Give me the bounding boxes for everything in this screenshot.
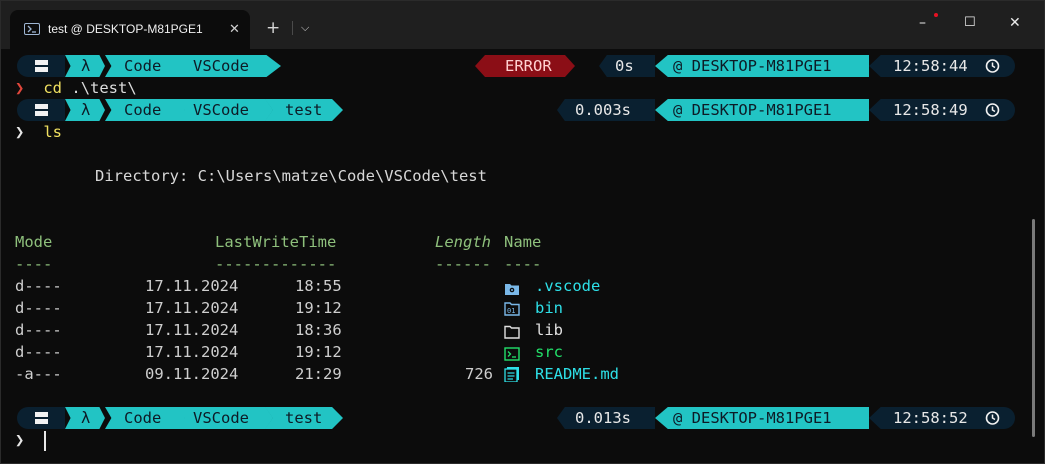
command-argument: .\test\ — [71, 79, 137, 97]
tab-close-icon[interactable]: ✕ — [229, 21, 240, 37]
duration-segment: 0.013s — [557, 407, 655, 429]
row-mode: d---- — [15, 321, 62, 339]
header-mode: Mode — [15, 233, 53, 251]
lambda-segment: λ — [65, 99, 105, 121]
prompt-line: λ Code VSCode test 0.013s @ DESKTOP-M81P… — [1, 407, 1044, 429]
file-lines-icon — [504, 366, 520, 388]
time-segment: 12:58:49 — [869, 99, 1015, 121]
row-time: 18:36 — [295, 321, 342, 339]
new-tab-button[interactable]: + — [266, 18, 280, 38]
scrollbar[interactable] — [1032, 219, 1035, 437]
row-date: 17.11.2024 — [145, 343, 239, 361]
prompt-line: λ Code VSCode test 0.003s @ DESKTOP-M81P… — [1, 99, 1044, 121]
time-segment: 12:58:52 — [869, 407, 1015, 429]
row-date: 17.11.2024 — [145, 321, 239, 339]
command-line: ❯ — [15, 429, 24, 451]
row-time: 19:12 — [295, 299, 342, 317]
maximize-button[interactable]: ☐ — [964, 15, 976, 30]
table-row: d---- 17.11.2024 19:12 01 bin — [1, 297, 1044, 319]
header-lastwritetime: LastWriteTime — [215, 233, 337, 251]
lambda-segment: λ — [65, 55, 105, 77]
row-mode: -a--- — [15, 365, 62, 383]
row-mode: d---- — [15, 277, 62, 295]
row-length: 726 — [465, 365, 493, 383]
clock-icon — [985, 55, 1000, 77]
divider — [292, 21, 293, 35]
time-segment: 12:58:44 — [869, 55, 1015, 77]
table-row: -a--- 09.11.2024 21:29 726 README.md — [1, 363, 1044, 388]
host-segment: @ DESKTOP-M81PGE1 — [655, 407, 869, 429]
underline-mode: ---- — [15, 255, 53, 273]
row-date: 09.11.2024 — [145, 365, 239, 383]
duration-segment: 0s — [599, 55, 655, 77]
minimize-button[interactable]: – — [919, 15, 926, 31]
close-button[interactable]: ✕ — [1009, 15, 1021, 31]
windows-home-icon — [17, 99, 65, 121]
svg-text:01: 01 — [507, 307, 515, 315]
prompt-chevron-icon: ❯ — [15, 123, 25, 141]
tab-test[interactable]: test @ DESKTOP-M81PGE1 ✕ — [10, 10, 250, 49]
prompt-chevron-icon: ❯ — [15, 79, 25, 97]
error-badge: ERROR — [475, 55, 575, 77]
path-segment-code: Code — [105, 407, 185, 429]
path-segment-test: test — [265, 99, 343, 121]
title-bar: test @ DESKTOP-M81PGE1 ✕ + ⌵ – ☐ ✕ — [1, 1, 1044, 49]
command-line: ❯ cd .\test\ — [15, 77, 137, 99]
file-name[interactable]: lib — [535, 319, 563, 341]
row-date: 17.11.2024 — [145, 277, 239, 295]
listing-header-underline: ---- ------------- ------ ---- — [1, 253, 1044, 275]
underline-name: ---- — [504, 255, 542, 273]
row-mode: d---- — [15, 299, 62, 317]
text-cursor — [44, 431, 46, 451]
table-row: d---- 17.11.2024 18:36 lib — [1, 319, 1044, 341]
path-segment-test: test — [265, 407, 343, 429]
lambda-segment: λ — [65, 407, 105, 429]
command-line: ❯ ls — [15, 121, 62, 143]
row-time: 18:55 — [295, 277, 342, 295]
row-date: 17.11.2024 — [145, 299, 239, 317]
tab-title: test @ DESKTOP-M81PGE1 — [48, 22, 203, 36]
header-name: Name — [504, 233, 542, 251]
terminal-output[interactable]: λ Code VSCode ERROR 0s @ DESKTOP-M81PGE1… — [1, 49, 1044, 463]
path-segment-code: Code — [105, 99, 185, 121]
underline-length: ------ — [435, 255, 491, 273]
host-segment: @ DESKTOP-M81PGE1 — [655, 55, 869, 77]
clock-icon — [985, 407, 1000, 429]
file-name[interactable]: README.md — [535, 363, 619, 385]
clock-icon — [985, 99, 1000, 121]
table-row: d---- 17.11.2024 19:12 src — [1, 341, 1044, 363]
notification-dot — [934, 13, 938, 17]
command-text: cd — [43, 79, 63, 97]
powershell-icon — [24, 23, 40, 35]
row-time: 21:29 — [295, 365, 342, 383]
path-segment-vscode: VSCode — [177, 99, 273, 121]
terminal-window: test @ DESKTOP-M81PGE1 ✕ + ⌵ – ☐ ✕ λ Cod… — [0, 0, 1045, 464]
header-length: Length — [435, 233, 491, 251]
file-name[interactable]: bin — [535, 297, 563, 319]
file-name[interactable]: src — [535, 341, 563, 363]
row-time: 19:12 — [295, 343, 342, 361]
new-tab-group: + ⌵ — [263, 17, 319, 45]
table-row: d---- 17.11.2024 18:55 .vscode — [1, 275, 1044, 297]
host-segment: @ DESKTOP-M81PGE1 — [655, 99, 869, 121]
prompt-chevron-icon: ❯ — [15, 431, 25, 449]
windows-home-icon — [17, 407, 65, 429]
path-segment-vscode: VSCode — [177, 55, 281, 77]
underline-lastwritetime: ------------- — [215, 255, 337, 273]
command-text: ls — [43, 123, 63, 141]
path-segment-vscode: VSCode — [177, 407, 273, 429]
listing-header: Mode LastWriteTime Length Name — [1, 231, 1044, 253]
prompt-line: λ Code VSCode ERROR 0s @ DESKTOP-M81PGE1… — [1, 55, 1044, 77]
chevron-down-icon[interactable]: ⌵ — [301, 18, 309, 38]
duration-segment: 0.003s — [557, 99, 655, 121]
directory-line: Directory: C:\Users\matze\Code\VSCode\te… — [95, 167, 487, 185]
row-mode: d---- — [15, 343, 62, 361]
path-segment-code: Code — [105, 55, 185, 77]
windows-home-icon — [17, 55, 65, 77]
file-name[interactable]: .vscode — [535, 275, 600, 297]
